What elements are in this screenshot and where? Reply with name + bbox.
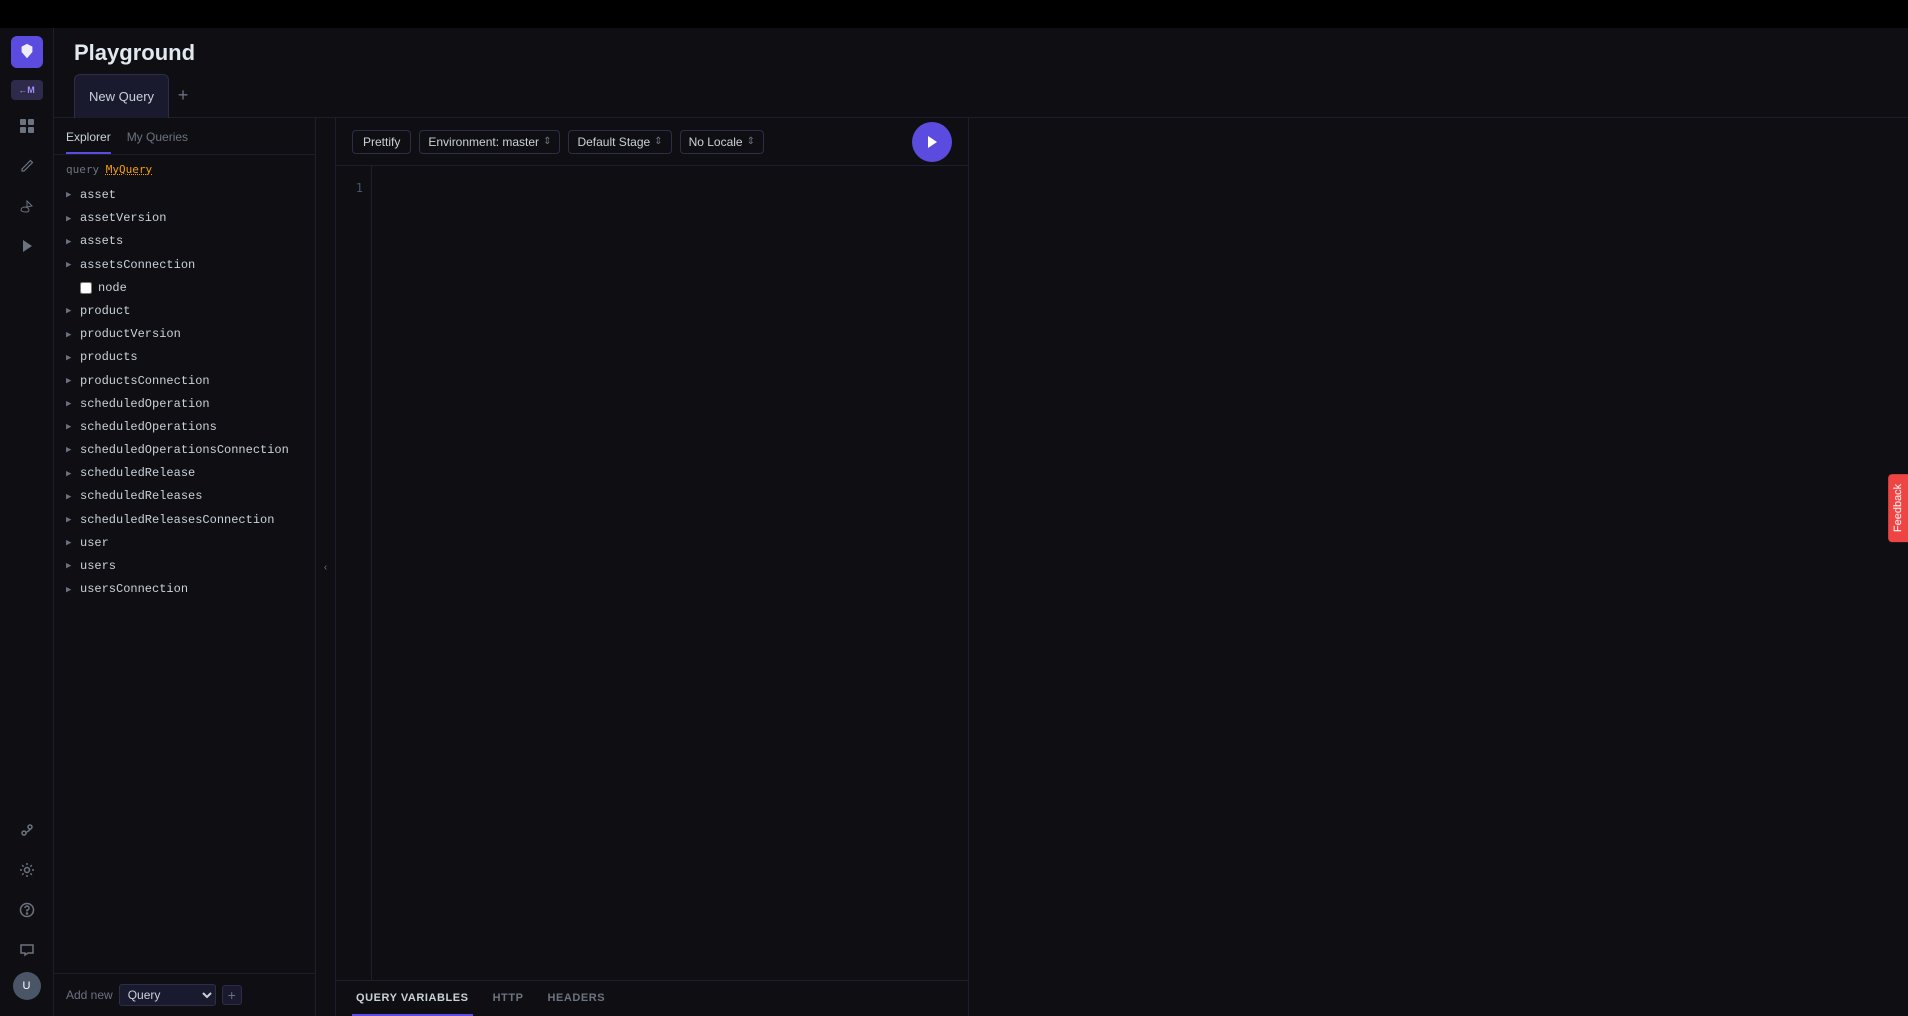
run-nav-icon[interactable] [9, 228, 45, 264]
editor-bottom: QUERY VARIABLES HTTP HEADERS [336, 980, 968, 1016]
query-tab-label: New Query [89, 89, 154, 104]
run-button[interactable] [912, 122, 952, 162]
tree-arrow: ▶ [66, 513, 76, 527]
stage-arrow-icon: ⇕ [654, 136, 662, 147]
explorer-panel: Explorer My Queries query MyQuery ▶ ass [54, 118, 316, 1016]
tree-arrow: ▶ [66, 443, 76, 457]
tab-headers[interactable]: HEADERS [543, 981, 609, 1016]
query-name: MyQuery [106, 163, 152, 176]
tree-arrow: ▶ [66, 328, 76, 342]
tree-item-assetsconnection[interactable]: ▶ assetsConnection [54, 254, 315, 277]
nav-icons [9, 108, 45, 264]
app-logo[interactable] [11, 36, 43, 68]
explorer-tree: ▶ asset ▶ assetVersion ▶ assets ▶ assets… [54, 180, 315, 973]
brush-icon[interactable] [9, 188, 45, 224]
user-avatar[interactable]: U [13, 972, 41, 1000]
user-badge[interactable]: ←M [11, 80, 43, 100]
tree-item-productsconnection[interactable]: ▶ productsConnection [54, 370, 315, 393]
tree-item-assetversion[interactable]: ▶ assetVersion [54, 207, 315, 230]
tree-item-usersconnection[interactable]: ▶ usersConnection [54, 578, 315, 601]
page-title: Playground [74, 40, 1888, 66]
tree-arrow: ▶ [66, 559, 76, 573]
tree-item-asset[interactable]: ▶ asset [54, 184, 315, 207]
tree-item-scheduledoperation[interactable]: ▶ scheduledOperation [54, 393, 315, 416]
code-editor[interactable] [372, 166, 968, 980]
editor-panel: Prettify Environment: master ⇕ Default S… [336, 118, 968, 1016]
grid-icon[interactable] [9, 108, 45, 144]
tree-arrow: ▶ [66, 583, 76, 597]
node-checkbox[interactable] [80, 282, 92, 294]
help-icon[interactable] [9, 892, 45, 928]
line-numbers: 1 [336, 166, 372, 980]
add-new-bar: Add new Query Mutation Subscription + [54, 973, 315, 1016]
feedback-button[interactable]: Feedback [1888, 474, 1908, 542]
tree-item-products[interactable]: ▶ products [54, 346, 315, 369]
tree-arrow: ▶ [66, 188, 76, 202]
tree-arrow: ▶ [66, 374, 76, 388]
top-bar [0, 0, 1908, 28]
tree-arrow: ▶ [66, 397, 76, 411]
app-body: ←M [0, 28, 1908, 1016]
collapse-toggle[interactable]: ‹ [316, 118, 336, 1016]
page-header: Playground [54, 28, 1908, 66]
tab-http[interactable]: HTTP [489, 981, 528, 1016]
add-new-type-select[interactable]: Query Mutation Subscription [119, 984, 216, 1006]
environment-selector[interactable]: Environment: master ⇕ [419, 130, 560, 154]
query-label: query MyQuery [54, 155, 315, 180]
tree-item-users[interactable]: ▶ users [54, 555, 315, 578]
tab-explorer[interactable]: Explorer [66, 126, 111, 154]
chat-icon[interactable] [9, 932, 45, 968]
tree-item-node[interactable]: node [54, 277, 315, 300]
tree-item-product[interactable]: ▶ product [54, 300, 315, 323]
tab-query-variables[interactable]: QUERY VARIABLES [352, 981, 473, 1016]
tabs-bar: New Query + [54, 74, 1908, 118]
tree-arrow: ▶ [66, 212, 76, 226]
explorer-tabs: Explorer My Queries [54, 118, 315, 155]
add-tab-button[interactable]: + [169, 82, 197, 110]
add-new-label: Add new [66, 988, 113, 1002]
nav-rail: ←M [0, 28, 54, 1016]
workspace: Explorer My Queries query MyQuery ▶ ass [54, 118, 1908, 1016]
user-badge-text: ←M [18, 85, 35, 95]
tree-item-scheduledoperationsconnection[interactable]: ▶ scheduledOperationsConnection [54, 439, 315, 462]
add-new-button[interactable]: + [222, 985, 242, 1005]
main-content: Playground New Query + Explorer My Queri… [54, 28, 1908, 1016]
tree-item-scheduledoperations[interactable]: ▶ scheduledOperations [54, 416, 315, 439]
tree-item-scheduledreleasesconnection[interactable]: ▶ scheduledReleasesConnection [54, 509, 315, 532]
tree-item-productversion[interactable]: ▶ productVersion [54, 323, 315, 346]
edit-icon[interactable] [9, 148, 45, 184]
tree-item-scheduledrelease[interactable]: ▶ scheduledRelease [54, 462, 315, 485]
tree-arrow: ▶ [66, 420, 76, 434]
tree-arrow: ▶ [66, 235, 76, 249]
tree-arrow: ▶ [66, 304, 76, 318]
results-panel [968, 118, 1908, 1016]
tree-item-user[interactable]: ▶ user [54, 532, 315, 555]
editor-area: 1 QUERY VARIABLES HTTP HEADERS [336, 166, 968, 1016]
tree-arrow: ▶ [66, 490, 76, 504]
query-tab[interactable]: New Query [74, 74, 169, 118]
tree-item-scheduledreleases[interactable]: ▶ scheduledReleases [54, 485, 315, 508]
locale-selector[interactable]: No Locale ⇕ [680, 130, 764, 154]
tree-arrow: ▶ [66, 536, 76, 550]
prettify-button[interactable]: Prettify [352, 130, 411, 154]
environment-arrow-icon: ⇕ [543, 136, 551, 147]
settings-icon[interactable] [9, 852, 45, 888]
locale-arrow-icon: ⇕ [747, 136, 755, 147]
webhook-icon[interactable] [9, 812, 45, 848]
tree-arrow: ▶ [66, 467, 76, 481]
tree-item-assets[interactable]: ▶ assets [54, 230, 315, 253]
stage-selector[interactable]: Default Stage ⇕ [568, 130, 671, 154]
nav-bottom: U [9, 812, 45, 1008]
tree-arrow: ▶ [66, 351, 76, 365]
tree-arrow: ▶ [66, 258, 76, 272]
tab-my-queries[interactable]: My Queries [127, 126, 188, 154]
editor-toolbar: Prettify Environment: master ⇕ Default S… [336, 118, 968, 166]
editor-main: 1 [336, 166, 968, 980]
